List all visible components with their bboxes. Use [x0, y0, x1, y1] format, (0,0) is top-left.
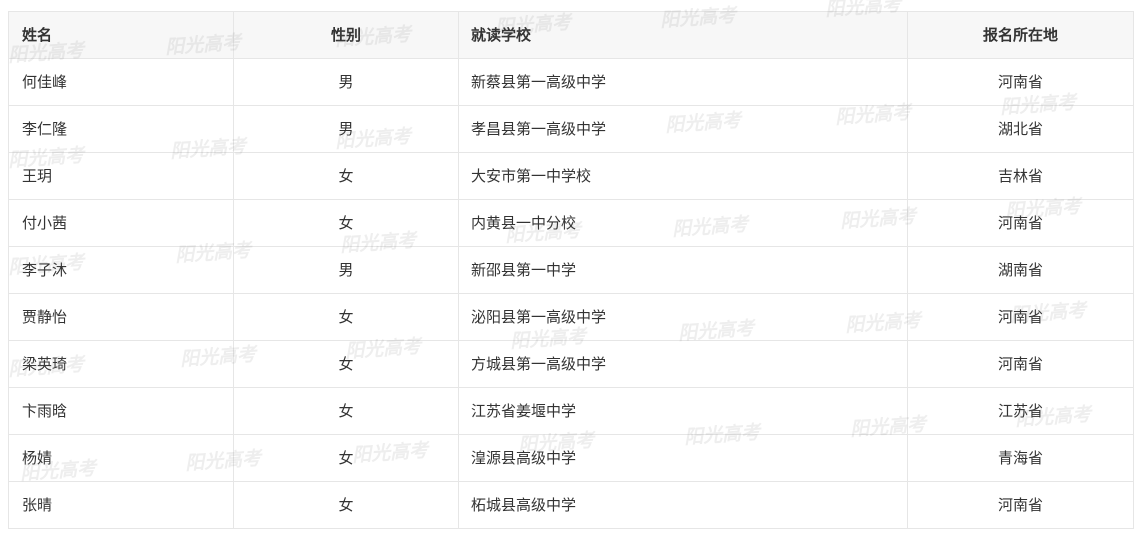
cell-name: 贾静怡 [8, 293, 234, 341]
cell-gender: 女 [233, 387, 459, 435]
header-gender: 性别 [233, 11, 459, 59]
cell-gender: 男 [233, 105, 459, 153]
cell-gender: 男 [233, 246, 459, 294]
cell-name: 何佳峰 [8, 58, 234, 106]
cell-gender: 女 [233, 434, 459, 482]
roster-table-container: 姓名 性别 就读学校 报名所在地 何佳峰 男 新蔡县第一高级中学 河南省 李仁隆… [8, 11, 1134, 529]
header-name: 姓名 [8, 11, 234, 59]
cell-province: 河南省 [907, 340, 1134, 388]
cell-gender: 女 [233, 340, 459, 388]
cell-gender: 女 [233, 199, 459, 247]
table-row: 杨婧 女 湟源县高级中学 青海省 [8, 434, 1134, 482]
header-school: 就读学校 [458, 11, 908, 59]
cell-school: 泌阳县第一高级中学 [458, 293, 908, 341]
cell-province: 江苏省 [907, 387, 1134, 435]
cell-name: 李仁隆 [8, 105, 234, 153]
cell-province: 河南省 [907, 481, 1134, 529]
cell-gender: 女 [233, 481, 459, 529]
cell-name: 李子沐 [8, 246, 234, 294]
cell-name: 张晴 [8, 481, 234, 529]
cell-school: 大安市第一中学校 [458, 152, 908, 200]
cell-province: 河南省 [907, 58, 1134, 106]
cell-school: 新蔡县第一高级中学 [458, 58, 908, 106]
cell-province: 河南省 [907, 199, 1134, 247]
cell-name: 杨婧 [8, 434, 234, 482]
table-row: 何佳峰 男 新蔡县第一高级中学 河南省 [8, 58, 1134, 106]
cell-gender: 女 [233, 152, 459, 200]
cell-province: 湖北省 [907, 105, 1134, 153]
cell-gender: 女 [233, 293, 459, 341]
header-province: 报名所在地 [907, 11, 1134, 59]
table-row: 李子沐 男 新邵县第一中学 湖南省 [8, 246, 1134, 294]
cell-province: 吉林省 [907, 152, 1134, 200]
cell-school: 新邵县第一中学 [458, 246, 908, 294]
cell-province: 湖南省 [907, 246, 1134, 294]
table-row: 张晴 女 柘城县高级中学 河南省 [8, 481, 1134, 529]
table-header-row: 姓名 性别 就读学校 报名所在地 [8, 11, 1134, 59]
cell-school: 孝昌县第一高级中学 [458, 105, 908, 153]
cell-province: 河南省 [907, 293, 1134, 341]
cell-name: 王玥 [8, 152, 234, 200]
table-row: 卞雨晗 女 江苏省姜堰中学 江苏省 [8, 387, 1134, 435]
cell-school: 方城县第一高级中学 [458, 340, 908, 388]
table-row: 贾静怡 女 泌阳县第一高级中学 河南省 [8, 293, 1134, 341]
cell-name: 梁英琦 [8, 340, 234, 388]
cell-province: 青海省 [907, 434, 1134, 482]
table-row: 梁英琦 女 方城县第一高级中学 河南省 [8, 340, 1134, 388]
table-row: 付小茜 女 内黄县一中分校 河南省 [8, 199, 1134, 247]
cell-name: 付小茜 [8, 199, 234, 247]
cell-school: 柘城县高级中学 [458, 481, 908, 529]
cell-school: 江苏省姜堰中学 [458, 387, 908, 435]
cell-school: 湟源县高级中学 [458, 434, 908, 482]
cell-school: 内黄县一中分校 [458, 199, 908, 247]
roster-table: 姓名 性别 就读学校 报名所在地 何佳峰 男 新蔡县第一高级中学 河南省 李仁隆… [8, 11, 1134, 529]
cell-name: 卞雨晗 [8, 387, 234, 435]
table-row: 李仁隆 男 孝昌县第一高级中学 湖北省 [8, 105, 1134, 153]
table-row: 王玥 女 大安市第一中学校 吉林省 [8, 152, 1134, 200]
cell-gender: 男 [233, 58, 459, 106]
